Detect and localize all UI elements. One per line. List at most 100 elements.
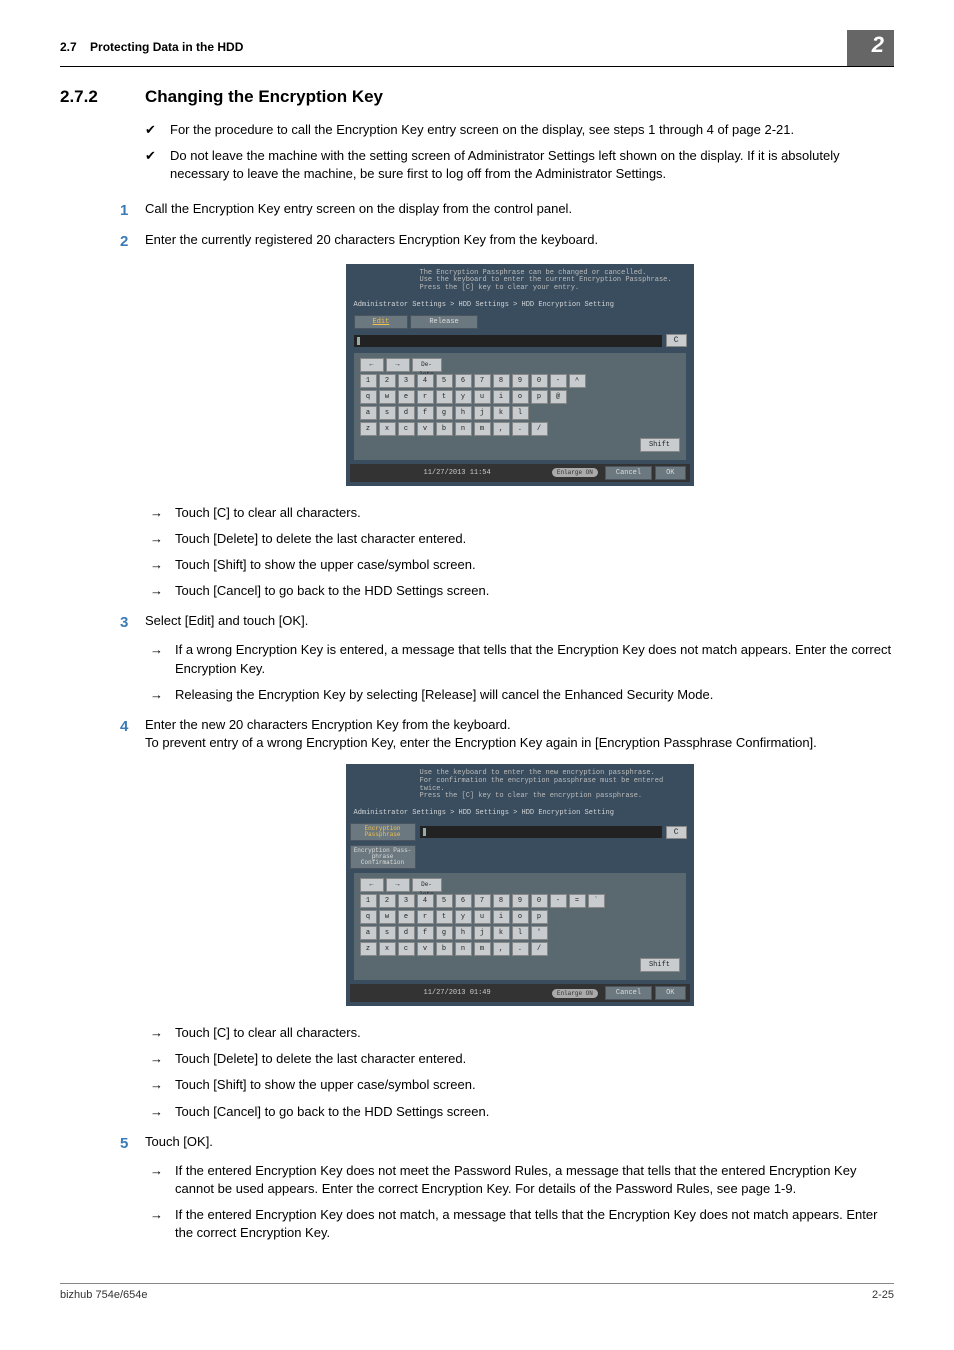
keyboard-key[interactable]: /: [531, 942, 548, 956]
keyboard-key[interactable]: n: [455, 422, 472, 436]
cancel-button[interactable]: Cancel: [605, 986, 652, 1000]
keyboard-key[interactable]: y: [455, 390, 472, 404]
keyboard-key[interactable]: i: [493, 910, 510, 924]
keyboard-key[interactable]: 4: [417, 894, 434, 908]
keyboard-key[interactable]: t: [436, 910, 453, 924]
keyboard-key[interactable]: 9: [512, 894, 529, 908]
shift-key[interactable]: Shift: [640, 438, 680, 452]
keyboard-key[interactable]: 7: [474, 374, 491, 388]
delete-key[interactable]: De- lete: [412, 878, 442, 892]
enlarge-toggle[interactable]: Enlarge ON: [552, 989, 598, 998]
keyboard-key[interactable]: p: [531, 910, 548, 924]
keyboard-key[interactable]: .: [512, 942, 529, 956]
keyboard-key[interactable]: r: [417, 390, 434, 404]
keyboard-key[interactable]: 1: [360, 374, 377, 388]
keyboard-key[interactable]: 7: [474, 894, 491, 908]
ok-button[interactable]: OK: [655, 466, 685, 480]
keyboard-key[interactable]: 5: [436, 894, 453, 908]
keyboard-key[interactable]: q: [360, 910, 377, 924]
keyboard-key[interactable]: s: [379, 926, 396, 940]
keyboard-key[interactable]: u: [474, 910, 491, 924]
ok-button[interactable]: OK: [655, 986, 685, 1000]
keyboard-key[interactable]: ,: [493, 422, 510, 436]
keyboard-key[interactable]: 8: [493, 894, 510, 908]
keyboard-key[interactable]: i: [493, 390, 510, 404]
keyboard-key[interactable]: /: [531, 422, 548, 436]
keyboard-key[interactable]: f: [417, 406, 434, 420]
keyboard-key[interactable]: 9: [512, 374, 529, 388]
tab-edit[interactable]: Edit: [354, 315, 409, 329]
keyboard-key[interactable]: s: [379, 406, 396, 420]
keyboard-key[interactable]: g: [436, 926, 453, 940]
keyboard-key[interactable]: x: [379, 422, 396, 436]
keyboard-key[interactable]: u: [474, 390, 491, 404]
passphrase-input[interactable]: [420, 826, 662, 838]
keyboard-key[interactable]: w: [379, 910, 396, 924]
enlarge-toggle[interactable]: Enlarge ON: [552, 468, 598, 477]
keyboard-key[interactable]: c: [398, 942, 415, 956]
keyboard-key[interactable]: b: [436, 422, 453, 436]
cancel-button[interactable]: Cancel: [605, 466, 652, 480]
keyboard-key[interactable]: e: [398, 390, 415, 404]
keyboard-key[interactable]: ,: [493, 942, 510, 956]
keyboard-key[interactable]: 0: [531, 374, 548, 388]
keyboard-key[interactable]: g: [436, 406, 453, 420]
keyboard-key[interactable]: 3: [398, 894, 415, 908]
keyboard-key[interactable]: m: [474, 422, 491, 436]
arrow-left-key[interactable]: ←: [360, 358, 384, 372]
keyboard-key[interactable]: 8: [493, 374, 510, 388]
keyboard-key[interactable]: a: [360, 406, 377, 420]
passphrase-label[interactable]: Encryption Passphrase: [350, 823, 416, 841]
arrow-left-key[interactable]: ←: [360, 878, 384, 892]
shift-key[interactable]: Shift: [640, 958, 680, 972]
keyboard-key[interactable]: =: [569, 894, 586, 908]
keyboard-key[interactable]: d: [398, 406, 415, 420]
keyboard-key[interactable]: m: [474, 942, 491, 956]
keyboard-key[interactable]: k: [493, 926, 510, 940]
keyboard-key[interactable]: `: [588, 894, 605, 908]
keyboard-key[interactable]: v: [417, 942, 434, 956]
keyboard-key[interactable]: d: [398, 926, 415, 940]
keyboard-key[interactable]: l: [512, 926, 529, 940]
keyboard-key[interactable]: q: [360, 390, 377, 404]
clear-button[interactable]: C: [666, 334, 687, 347]
keyboard-key[interactable]: j: [474, 926, 491, 940]
keyboard-key[interactable]: 5: [436, 374, 453, 388]
keyboard-key[interactable]: w: [379, 390, 396, 404]
keyboard-key[interactable]: ': [531, 926, 548, 940]
keyboard-key[interactable]: z: [360, 422, 377, 436]
keyboard-key[interactable]: 2: [379, 894, 396, 908]
keyboard-key[interactable]: o: [512, 910, 529, 924]
keyboard-key[interactable]: 0: [531, 894, 548, 908]
keyboard-key[interactable]: ^: [569, 374, 586, 388]
keyboard-key[interactable]: r: [417, 910, 434, 924]
keyboard-key[interactable]: 1: [360, 894, 377, 908]
tab-release[interactable]: Release: [410, 315, 477, 329]
keyboard-key[interactable]: 6: [455, 894, 472, 908]
delete-key[interactable]: De- lete: [412, 358, 442, 372]
keyboard-key[interactable]: z: [360, 942, 377, 956]
keyboard-key[interactable]: j: [474, 406, 491, 420]
keyboard-key[interactable]: h: [455, 406, 472, 420]
keyboard-key[interactable]: 6: [455, 374, 472, 388]
passphrase-input[interactable]: [354, 335, 662, 347]
keyboard-key[interactable]: v: [417, 422, 434, 436]
keyboard-key[interactable]: f: [417, 926, 434, 940]
keyboard-key[interactable]: b: [436, 942, 453, 956]
keyboard-key[interactable]: 4: [417, 374, 434, 388]
keyboard-key[interactable]: -: [550, 374, 567, 388]
clear-button[interactable]: C: [666, 826, 687, 839]
keyboard-key[interactable]: t: [436, 390, 453, 404]
keyboard-key[interactable]: -: [550, 894, 567, 908]
keyboard-key[interactable]: c: [398, 422, 415, 436]
keyboard-key[interactable]: p: [531, 390, 548, 404]
arrow-right-key[interactable]: →: [386, 358, 410, 372]
keyboard-key[interactable]: 2: [379, 374, 396, 388]
keyboard-key[interactable]: h: [455, 926, 472, 940]
keyboard-key[interactable]: n: [455, 942, 472, 956]
passphrase-confirm-label[interactable]: Encryption Pass- phrase Confirmation: [350, 845, 416, 869]
keyboard-key[interactable]: l: [512, 406, 529, 420]
keyboard-key[interactable]: k: [493, 406, 510, 420]
arrow-right-key[interactable]: →: [386, 878, 410, 892]
keyboard-key[interactable]: y: [455, 910, 472, 924]
